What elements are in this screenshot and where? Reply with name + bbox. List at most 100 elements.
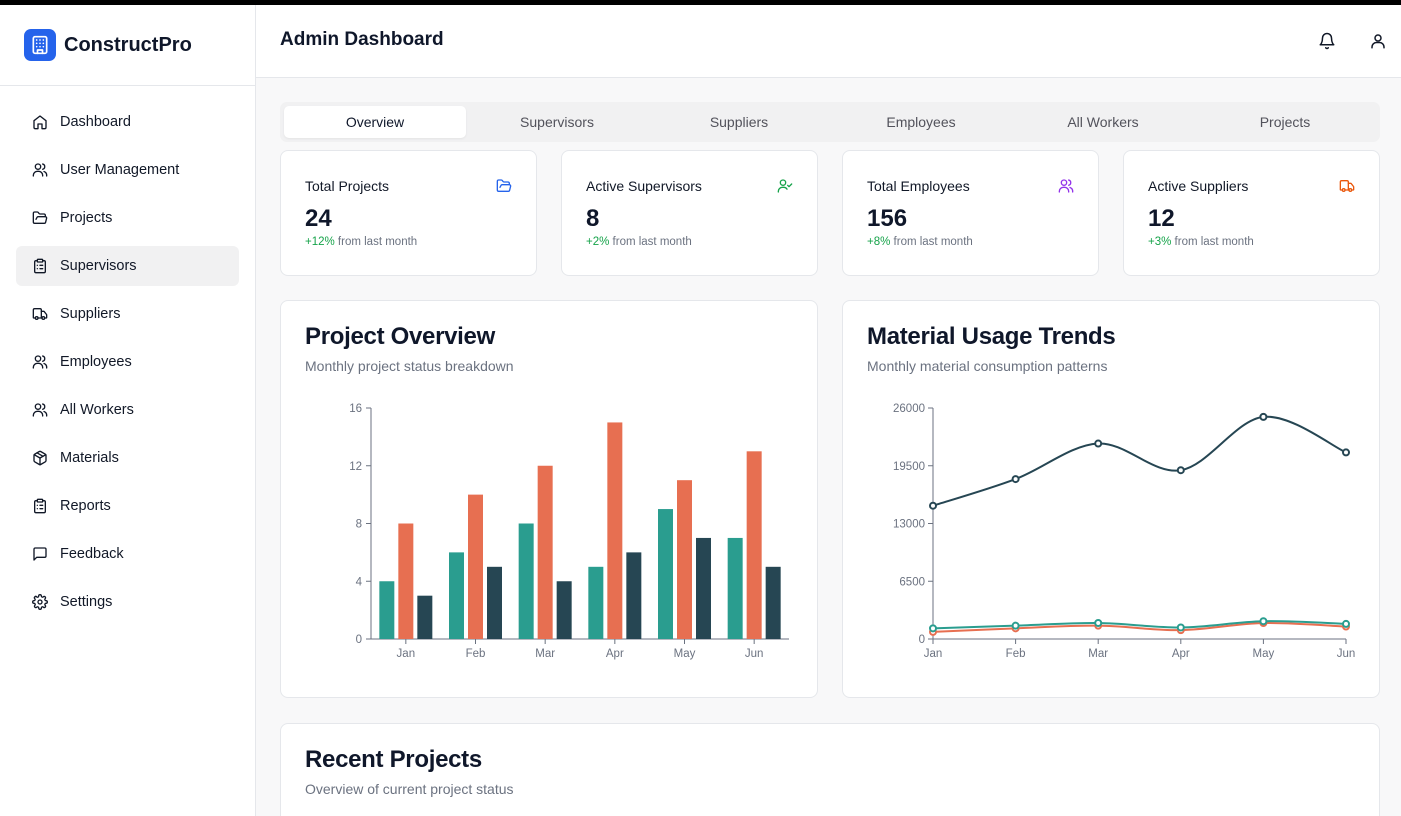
sidebar-item-label: Reports <box>60 498 111 514</box>
user-check-icon <box>777 179 793 193</box>
y-tick-label: 12 <box>349 461 362 473</box>
users-icon <box>32 355 48 369</box>
data-point[interactable] <box>1011 475 1020 484</box>
stat-card-total-employees: Total Employees 156 +8% from last month <box>842 150 1099 276</box>
stat-change: +12% from last month <box>305 236 417 248</box>
bar[interactable] <box>658 509 673 639</box>
project-bar-chart: 0 4 8 12 16 Jan Feb Mar Apr May Jun <box>349 403 789 660</box>
sidebar-item-reports[interactable]: Reports <box>16 486 239 526</box>
users-icon <box>32 403 48 417</box>
sidebar-item-user-management[interactable]: User Management <box>16 150 239 190</box>
y-tick-label: 13000 <box>893 519 925 531</box>
card-subtitle: Overview of current project status <box>305 781 514 797</box>
sidebar-item-label: Supervisors <box>60 258 137 274</box>
page-title: Admin Dashboard <box>280 29 444 50</box>
data-point[interactable] <box>1342 448 1350 457</box>
sidebar-item-all-workers[interactable]: All Workers <box>16 390 239 430</box>
data-point[interactable] <box>929 501 937 510</box>
users-icon <box>32 163 48 177</box>
user-icon[interactable] <box>1369 32 1387 50</box>
tab-suppliers[interactable]: Suppliers <box>648 106 830 138</box>
bar[interactable] <box>727 537 743 639</box>
bar[interactable] <box>487 566 502 639</box>
sidebar-item-employees[interactable]: Employees <box>16 342 239 382</box>
sidebar-item-feedback[interactable]: Feedback <box>16 534 239 574</box>
bar[interactable] <box>746 451 762 639</box>
data-point[interactable] <box>929 624 937 633</box>
bar[interactable] <box>518 523 534 640</box>
bar[interactable] <box>468 494 483 639</box>
y-tick-label: 0 <box>356 634 362 646</box>
sidebar-nav: Dashboard User Management Projects Supervis… <box>0 86 255 622</box>
truck-icon <box>32 308 48 320</box>
stat-value: 8 <box>586 205 600 232</box>
clipboard-list-icon <box>34 498 46 514</box>
sidebar-item-label: Materials <box>60 450 119 466</box>
sidebar-item-dashboard[interactable]: Dashboard <box>16 102 239 142</box>
sidebar-item-label: Employees <box>60 354 132 370</box>
tab-supervisors[interactable]: Supervisors <box>466 106 648 138</box>
sidebar-item-suppliers[interactable]: Suppliers <box>16 294 239 334</box>
y-tick-label: 4 <box>356 576 363 588</box>
sidebar-item-label: All Workers <box>60 402 134 418</box>
home-icon <box>33 115 47 130</box>
data-point[interactable] <box>1011 621 1020 630</box>
stat-change-percent: +3% <box>1148 236 1172 248</box>
x-tick-label: Jun <box>745 648 764 660</box>
bar[interactable] <box>537 465 553 639</box>
sidebar-item-label: Feedback <box>60 546 124 562</box>
stat-change-suffix: from last month <box>334 236 418 248</box>
stat-value: 156 <box>867 205 908 232</box>
bar[interactable] <box>417 595 433 639</box>
clipboard-icon <box>34 258 46 274</box>
tab-employees[interactable]: Employees <box>830 106 1012 138</box>
bar[interactable] <box>626 552 642 639</box>
gear-icon <box>32 594 48 610</box>
sidebar-item-materials[interactable]: Materials <box>16 438 239 478</box>
x-tick-label: Mar <box>535 648 555 660</box>
y-tick-label: 0 <box>919 634 925 646</box>
bar[interactable] <box>607 422 623 639</box>
data-point[interactable] <box>1094 439 1103 448</box>
data-point[interactable] <box>1094 619 1103 628</box>
material-trends-card: Material Usage Trends Monthly material c… <box>842 300 1380 698</box>
stat-card-total-projects: Total Projects 24 +12% from last month <box>280 150 537 276</box>
tab-overview[interactable]: Overview <box>284 106 466 138</box>
sidebar-item-label: Suppliers <box>60 306 121 322</box>
sidebar-item-label: Settings <box>60 594 113 610</box>
sidebar-item-settings[interactable]: Settings <box>16 582 239 622</box>
sidebar-item-supervisors[interactable]: Supervisors <box>16 246 239 286</box>
bar[interactable] <box>588 566 604 639</box>
bar[interactable] <box>677 480 692 639</box>
stat-value: 12 <box>1148 205 1175 232</box>
building-icon <box>24 29 56 61</box>
bar[interactable] <box>449 552 464 639</box>
data-point[interactable] <box>1259 617 1268 626</box>
x-tick-label: May <box>674 648 696 660</box>
stat-value: 24 <box>305 205 332 232</box>
stat-card-active-suppliers: Active Suppliers 12 +3% from last month <box>1123 150 1380 276</box>
sidebar-item-label: Dashboard <box>60 114 131 130</box>
sidebar-item-label: User Management <box>60 162 180 178</box>
y-tick-label: 8 <box>356 519 362 531</box>
stat-change-percent: +12% <box>305 236 335 248</box>
sidebar-item-projects[interactable]: Projects <box>16 198 239 238</box>
bell-icon[interactable] <box>1318 32 1336 50</box>
bar[interactable] <box>379 581 395 639</box>
tab-all-workers[interactable]: All Workers <box>1012 106 1194 138</box>
brand[interactable]: ConstructPro <box>0 5 255 86</box>
data-point[interactable] <box>1259 412 1268 421</box>
bar[interactable] <box>398 523 414 640</box>
project-overview-card: Project Overview Monthly project status … <box>280 300 818 698</box>
brand-name: ConstructPro <box>64 33 192 56</box>
bar[interactable] <box>696 537 711 639</box>
stat-change: +3% from last month <box>1148 236 1254 248</box>
bar[interactable] <box>765 566 781 639</box>
data-point[interactable] <box>1176 466 1185 475</box>
tab-projects[interactable]: Projects <box>1194 106 1376 138</box>
recent-projects-card: Recent Projects Overview of current proj… <box>280 723 1380 816</box>
data-point[interactable] <box>1342 619 1350 628</box>
data-point[interactable] <box>1176 623 1185 632</box>
bar[interactable] <box>556 581 572 639</box>
truck-icon <box>1339 180 1355 192</box>
